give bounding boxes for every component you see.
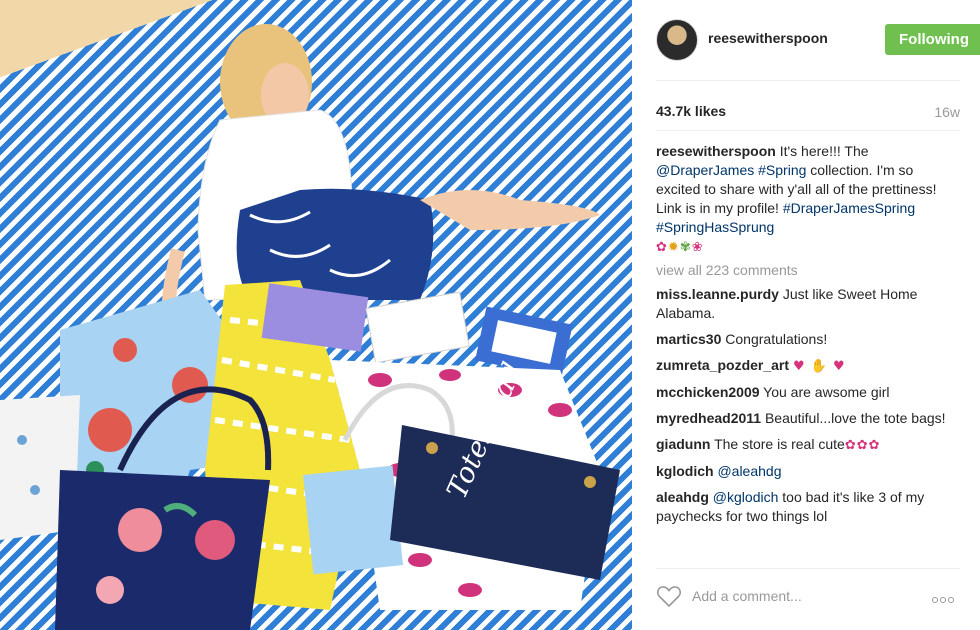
photo-illustration	[0, 24, 620, 630]
post-sidebar: reesewitherspoon Following 43.7k likes 1…	[632, 0, 980, 630]
instagram-post-window: Totes Y'all reesewitherspoon Following 4…	[0, 0, 980, 630]
more-options-icon[interactable]	[932, 590, 960, 603]
comment-item: martics30 Congratulations!	[656, 330, 956, 349]
sunflower-emoji: ✹	[667, 240, 680, 255]
header-divider	[656, 80, 960, 81]
herb-emoji: ✾	[679, 240, 692, 255]
comment-item: giadunn The store is real cute✿✿✿	[656, 435, 956, 455]
caption: reesewitherspoon It's here!!! The @Drape…	[656, 142, 956, 257]
dot	[948, 597, 954, 603]
post-age[interactable]: 16w	[934, 104, 960, 120]
comment-username[interactable]: miss.leanne.purdy	[656, 286, 779, 302]
comment-username[interactable]: mcchicken2009	[656, 384, 760, 400]
post-header: reesewitherspoon Following	[656, 17, 980, 63]
comment-item: mcchicken2009 You are awsome girl	[656, 383, 956, 402]
comments-list: reesewitherspoon It's here!!! The @Drape…	[656, 142, 956, 533]
post-username[interactable]: reesewitherspoon	[708, 30, 828, 46]
comment-text: You are awsome girl	[759, 384, 890, 400]
dot	[932, 597, 938, 603]
avatar[interactable]	[656, 19, 698, 61]
comment-username[interactable]: myredhead2011	[656, 410, 761, 426]
add-comment-input[interactable]	[692, 584, 912, 608]
comment-text: Beautiful...love the tote bags!	[761, 410, 946, 426]
caption-hashtag[interactable]: #SpringHasSprung	[656, 219, 774, 235]
tulip-emoji: ✿	[656, 240, 668, 255]
likes-count[interactable]: 43.7k likes	[656, 103, 726, 119]
comment-item: miss.leanne.purdy Just like Sweet Home A…	[656, 285, 956, 323]
comment-username[interactable]: zumreta_pozder_art	[656, 357, 789, 373]
comment-item: aleahdg @kglodich too bad it's like 3 of…	[656, 488, 956, 526]
view-all-comments-link[interactable]: view all 223 comments	[656, 261, 956, 280]
bottom-divider	[656, 568, 960, 569]
comment-username[interactable]: kglodich	[656, 463, 714, 479]
caption-hashtag[interactable]: #Spring	[758, 162, 806, 178]
comment-text: The store is real cute	[710, 436, 845, 452]
bouquet-emoji: ❀	[691, 240, 704, 255]
comment-mention[interactable]: @kglodich	[713, 489, 779, 505]
comment-bar	[656, 580, 960, 614]
following-button[interactable]: Following	[885, 24, 980, 55]
comment-username[interactable]: aleahdg	[656, 489, 709, 505]
dot	[940, 597, 946, 603]
post-photo[interactable]: Totes Y'all	[0, 0, 632, 630]
comment-mention[interactable]: @aleahdg	[717, 463, 781, 479]
caption-text: It's here!!! The	[775, 143, 869, 159]
comment-text: Congratulations!	[721, 331, 828, 347]
comment-item: zumreta_pozder_art ♥ ✋ ♥	[656, 356, 956, 376]
hearts-clap-emoji: ♥ ✋ ♥	[792, 359, 846, 374]
comment-item: myredhead2011 Beautiful...love the tote …	[656, 409, 956, 428]
comment-username[interactable]: giadunn	[656, 436, 710, 452]
heart-outline-icon[interactable]	[656, 584, 682, 608]
likes-divider	[656, 130, 960, 131]
caption-hashtag[interactable]: #DraperJamesSpring	[783, 200, 915, 216]
comment-item: kglodich @aleahdg	[656, 462, 956, 481]
caption-username[interactable]: reesewitherspoon	[656, 143, 776, 159]
tulips-emoji: ✿✿✿	[844, 438, 881, 453]
caption-mention[interactable]: @DraperJames	[656, 162, 754, 178]
comment-username[interactable]: martics30	[656, 331, 721, 347]
